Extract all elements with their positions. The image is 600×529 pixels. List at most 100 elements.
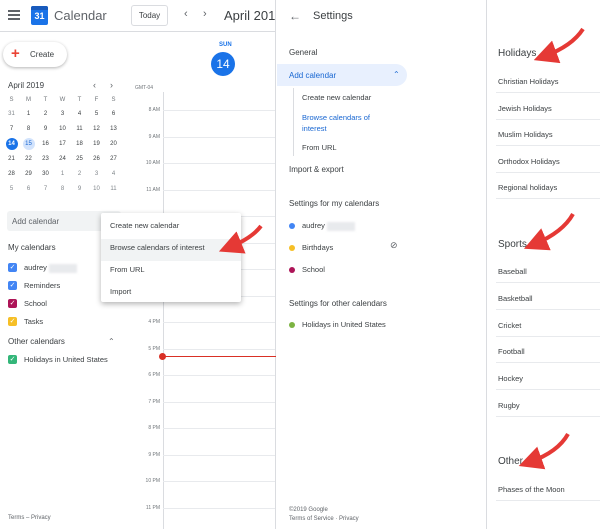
checkbox-icon[interactable]: ✓ xyxy=(8,355,17,364)
settings-from-url[interactable]: From URL xyxy=(302,143,337,152)
mini-day[interactable]: 2 xyxy=(37,108,54,120)
hour-label: 9 PM xyxy=(148,451,160,458)
mini-day[interactable]: 21 xyxy=(3,153,20,165)
menu-item[interactable]: Browse calendars of interest xyxy=(101,239,241,261)
mini-day[interactable]: 9 xyxy=(71,183,88,195)
mini-dow: W xyxy=(59,97,66,103)
menu-item[interactable]: From URL xyxy=(101,261,241,283)
settings-general[interactable]: General xyxy=(289,48,317,57)
mini-day[interactable]: 23 xyxy=(37,153,54,165)
divider xyxy=(496,145,600,147)
mini-day[interactable]: 9 xyxy=(37,123,54,135)
today-button[interactable]: Today xyxy=(131,5,168,26)
checkbox-icon[interactable]: ✓ xyxy=(8,299,17,308)
settings-other-calendars-heading: Settings for other calendars xyxy=(289,299,387,308)
sports-calendar-item[interactable]: Basketball xyxy=(498,294,533,303)
hour-gridline xyxy=(163,507,275,509)
mini-next-icon[interactable]: › xyxy=(110,80,113,90)
mini-day[interactable]: 11 xyxy=(71,123,88,135)
my-calendars-heading[interactable]: My calendars xyxy=(8,243,56,252)
eye-off-icon[interactable]: ⊘ xyxy=(390,240,398,251)
mini-day[interactable]: 2 xyxy=(71,168,88,180)
mini-day[interactable]: 1 xyxy=(54,168,71,180)
day-number[interactable]: 14 xyxy=(211,52,235,76)
mini-day[interactable]: 14 xyxy=(5,138,18,150)
hour-gridline xyxy=(163,375,275,376)
sports-calendar-item[interactable]: Rugby xyxy=(498,401,520,410)
menu-item[interactable]: Import xyxy=(101,283,241,305)
mini-calendar-grid: S M T W T F S 31 1 2 3 4 5 6 7 8 9 10 11 12 13 14 15 16 17 18 19 20… xyxy=(3,95,123,195)
mini-day[interactable]: 10 xyxy=(54,123,71,135)
mini-day[interactable]: 3 xyxy=(88,168,105,180)
mini-day[interactable]: 29 xyxy=(20,168,37,180)
back-arrow-icon[interactable]: ← xyxy=(289,9,301,23)
time-gutter-divider xyxy=(163,92,164,529)
mini-day[interactable]: 24 xyxy=(54,153,71,165)
mini-day[interactable]: 7 xyxy=(3,123,20,135)
settings-browse-calendars[interactable]: Browse calendars of interest xyxy=(302,112,392,134)
mini-day[interactable]: 12 xyxy=(88,123,105,135)
mini-day[interactable]: 18 xyxy=(71,138,88,150)
sports-calendar-item[interactable]: Cricket xyxy=(498,321,521,330)
mini-day[interactable]: 17 xyxy=(54,138,71,150)
mini-day[interactable]: 8 xyxy=(20,123,37,135)
mini-day[interactable]: 4 xyxy=(71,108,88,120)
mini-dow: T xyxy=(77,97,82,103)
mini-day[interactable]: 20 xyxy=(105,138,122,150)
divider xyxy=(496,282,600,283)
mini-day[interactable]: 13 xyxy=(105,123,122,135)
menu-item[interactable]: Create new calendar xyxy=(101,217,241,239)
holiday-calendar-item[interactable]: Jewish Holidays xyxy=(498,104,552,113)
chevron-up-icon[interactable]: ⌃ xyxy=(108,337,115,346)
footer-links[interactable]: Terms of Service · Privacy xyxy=(289,516,359,522)
sports-calendar-item[interactable]: Hockey xyxy=(498,374,523,383)
color-dot xyxy=(289,322,295,328)
sports-calendar-item[interactable]: Football xyxy=(498,347,525,356)
mini-day[interactable]: 10 xyxy=(88,183,105,195)
mini-day[interactable]: 31 xyxy=(3,108,20,120)
other-calendars-heading[interactable]: Other calendars xyxy=(8,337,65,346)
hour-label: 8 PM xyxy=(148,425,160,431)
mini-day[interactable]: 7 xyxy=(37,183,54,195)
mini-day[interactable]: 8 xyxy=(54,183,71,195)
mini-prev-icon[interactable]: ‹ xyxy=(93,80,96,90)
mini-day[interactable]: 26 xyxy=(88,153,105,165)
create-button[interactable]: + Create xyxy=(3,42,67,67)
mini-day[interactable]: 16 xyxy=(37,138,54,150)
mini-day[interactable]: 6 xyxy=(105,108,122,120)
mini-day[interactable]: 6 xyxy=(20,183,37,195)
mini-day[interactable]: 28 xyxy=(3,168,20,180)
settings-create-new-calendar[interactable]: Create new calendar xyxy=(302,93,371,102)
checkbox-icon[interactable]: ✓ xyxy=(8,263,17,272)
holiday-calendar-item[interactable]: Christian Holidays xyxy=(498,77,558,86)
mini-day[interactable]: 15 xyxy=(22,138,35,150)
settings-import-export[interactable]: Import & export xyxy=(289,165,344,174)
mini-day[interactable]: 1 xyxy=(20,108,37,120)
holiday-calendar-item[interactable]: Orthodox Holidays xyxy=(498,157,560,166)
mini-day[interactable]: 22 xyxy=(20,153,37,165)
next-period-icon[interactable]: › xyxy=(203,8,207,20)
other-calendar-item[interactable]: Phases of the Moon xyxy=(498,485,565,494)
mini-day[interactable]: 30 xyxy=(37,168,54,180)
mini-day[interactable]: 11 xyxy=(105,183,122,195)
mini-day[interactable]: 19 xyxy=(88,138,105,150)
checkbox-icon[interactable]: ✓ xyxy=(8,317,17,326)
settings-calendar-item-label: audrey xyxy=(302,221,355,231)
holiday-calendar-item[interactable]: Muslim Holidays xyxy=(498,130,553,139)
holiday-calendar-item[interactable]: Regional holidays xyxy=(498,183,557,192)
mini-day[interactable]: 5 xyxy=(3,183,20,195)
prev-period-icon[interactable]: ‹ xyxy=(184,8,188,20)
checkbox-icon[interactable]: ✓ xyxy=(8,281,17,290)
mini-day[interactable]: 3 xyxy=(54,108,71,120)
mini-day[interactable]: 25 xyxy=(71,153,88,165)
hour-label: 11 PM xyxy=(145,504,160,511)
sports-calendar-item[interactable]: Baseball xyxy=(498,267,527,276)
terms-privacy-footer[interactable]: Terms – Privacy xyxy=(8,515,51,521)
mini-day[interactable]: 5 xyxy=(88,108,105,120)
mini-day[interactable]: 4 xyxy=(105,168,122,180)
mini-day[interactable]: 27 xyxy=(105,153,122,165)
chevron-up-icon: ⌃ xyxy=(393,70,400,79)
hamburger-menu-icon[interactable] xyxy=(8,10,20,20)
my-calendar-item-label: Reminders xyxy=(24,281,61,290)
settings-add-calendar[interactable]: Add calendar ⌃ xyxy=(277,64,407,86)
